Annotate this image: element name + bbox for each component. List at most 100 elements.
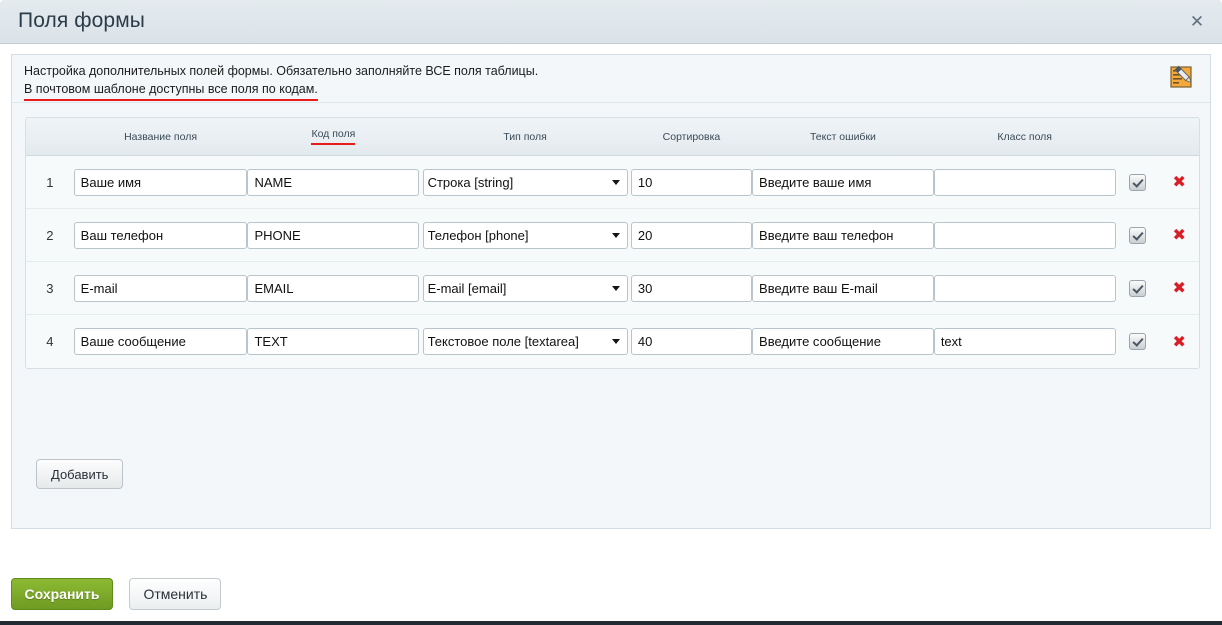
required-checkbox[interactable] (1129, 333, 1146, 350)
cell-delete: ✖ (1159, 280, 1199, 296)
cell-error (752, 222, 934, 249)
field-type-select[interactable]: E-mail [email] (423, 275, 628, 302)
header-type: Тип поля (419, 131, 631, 143)
delete-x-icon[interactable]: ✖ (1172, 334, 1185, 350)
field-sort-input[interactable] (631, 222, 752, 249)
cell-type: E-mail [email] (419, 275, 631, 302)
field-code-input[interactable] (247, 275, 419, 302)
header-sort-label: Сортировка (663, 131, 721, 143)
save-button[interactable]: Сохранить (11, 578, 113, 610)
cell-sort (631, 169, 752, 196)
page-title: Поля формы (18, 9, 145, 33)
field-sort-input[interactable] (631, 328, 752, 355)
cell-delete: ✖ (1159, 227, 1199, 243)
cell-code (247, 328, 419, 355)
cell-class (934, 275, 1116, 302)
fields-grid: Название поля Код поля Тип поля Сортиров… (25, 117, 1200, 369)
delete-x-icon[interactable]: ✖ (1172, 280, 1185, 296)
field-sort-input[interactable] (631, 169, 752, 196)
header-error: Текст ошибки (752, 131, 934, 143)
settings-panel: Настройка дополнительных полей формы. Об… (11, 54, 1211, 529)
cell-type: Текстовое поле [textarea] (419, 328, 631, 355)
field-code-input[interactable] (247, 222, 419, 249)
cell-error (752, 169, 934, 196)
cell-required (1116, 333, 1160, 350)
table-row: 3 E-mail [email] (26, 262, 1199, 315)
row-number-label: 3 (46, 281, 53, 296)
header-name-label: Название поля (124, 131, 197, 143)
field-name-input[interactable] (74, 169, 248, 196)
field-type-select-wrap: E-mail [email] (423, 275, 628, 302)
fields-grid-wrapper: Название поля Код поля Тип поля Сортиров… (25, 117, 1200, 369)
field-sort-input[interactable] (631, 275, 752, 302)
cell-code (247, 222, 419, 249)
field-error-input[interactable] (752, 328, 934, 355)
row-number: 3 (26, 281, 74, 296)
cell-name (74, 275, 248, 302)
field-error-input[interactable] (752, 222, 934, 249)
row-number-label: 4 (46, 334, 53, 349)
add-field-button[interactable]: Добавить (36, 459, 123, 489)
delete-x-icon[interactable]: ✖ (1172, 174, 1185, 190)
header-name: Название поля (74, 131, 248, 143)
cell-type: Телефон [phone] (419, 222, 631, 249)
cell-name (74, 222, 248, 249)
field-name-input[interactable] (74, 222, 248, 249)
cell-code (247, 275, 419, 302)
field-type-select[interactable]: Телефон [phone] (423, 222, 628, 249)
cell-code (247, 169, 419, 196)
dialog-titlebar: Поля формы ✕ (0, 0, 1222, 44)
row-number: 1 (26, 175, 74, 190)
header-error-label: Текст ошибки (810, 131, 876, 143)
field-type-select[interactable]: Текстовое поле [textarea] (423, 328, 628, 355)
row-number: 2 (26, 228, 74, 243)
header-sort: Сортировка (631, 131, 752, 143)
required-checkbox[interactable] (1129, 174, 1146, 191)
cell-class (934, 169, 1116, 196)
row-number-label: 1 (46, 175, 53, 190)
edit-pencil-icon[interactable] (1168, 63, 1196, 91)
field-name-input[interactable] (74, 275, 248, 302)
field-type-select[interactable]: Строка [string] (423, 169, 628, 196)
field-error-input[interactable] (752, 169, 934, 196)
field-error-input[interactable] (752, 275, 934, 302)
cell-sort (631, 275, 752, 302)
close-icon[interactable]: ✕ (1186, 12, 1208, 34)
required-checkbox[interactable] (1129, 280, 1146, 297)
cell-required (1116, 227, 1160, 244)
cell-class (934, 222, 1116, 249)
field-type-select-wrap: Телефон [phone] (423, 222, 628, 249)
dialog-body: Настройка дополнительных полей формы. Об… (0, 44, 1222, 569)
field-class-input[interactable] (934, 169, 1116, 196)
cell-name (74, 169, 248, 196)
field-class-input[interactable] (934, 275, 1116, 302)
cell-required (1116, 174, 1160, 191)
delete-x-icon[interactable]: ✖ (1172, 227, 1185, 243)
cell-type: Строка [string] (419, 169, 631, 196)
field-code-input[interactable] (247, 328, 419, 355)
cell-error (752, 328, 934, 355)
field-class-input[interactable] (934, 222, 1116, 249)
grid-header-row: Название поля Код поля Тип поля Сортиров… (26, 118, 1199, 156)
cell-class (934, 328, 1116, 355)
field-type-select-wrap: Строка [string] (423, 169, 628, 196)
row-number: 4 (26, 334, 74, 349)
cell-sort (631, 222, 752, 249)
header-type-label: Тип поля (503, 131, 547, 143)
bottom-bar (0, 621, 1222, 625)
cell-delete: ✖ (1159, 334, 1199, 350)
cancel-button[interactable]: Отменить (129, 578, 221, 610)
field-code-input[interactable] (247, 169, 419, 196)
cell-error (752, 275, 934, 302)
field-class-input[interactable] (934, 328, 1116, 355)
field-type-select-wrap: Текстовое поле [textarea] (423, 328, 628, 355)
header-code-label: Код поля (311, 128, 355, 145)
cell-name (74, 328, 248, 355)
table-row: 4 Текстовое поле [textarea] (26, 315, 1199, 368)
required-checkbox[interactable] (1129, 227, 1146, 244)
table-row: 2 Телефон [phone] (26, 209, 1199, 262)
field-name-input[interactable] (74, 328, 248, 355)
cell-required (1116, 280, 1160, 297)
header-class-label: Класс поля (997, 131, 1052, 143)
header-code: Код поля (247, 128, 419, 145)
